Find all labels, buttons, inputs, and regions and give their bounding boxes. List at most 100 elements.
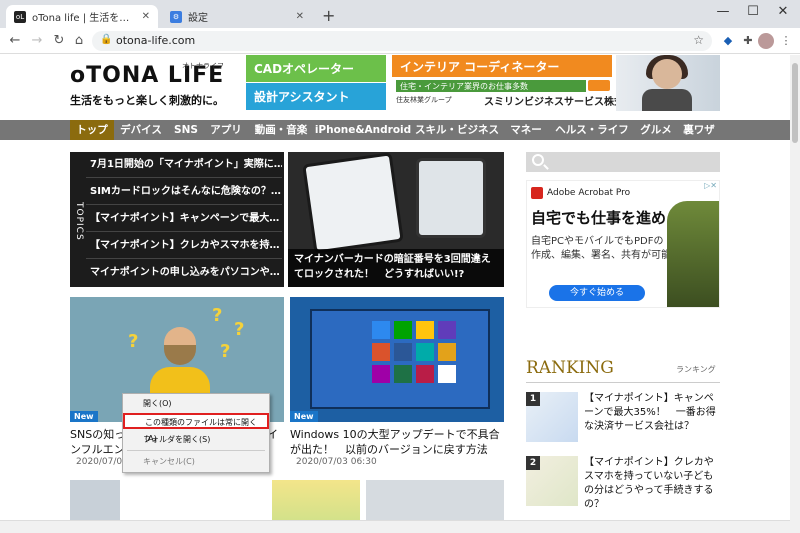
nav-item-gourmet[interactable]: グルメ — [636, 120, 676, 140]
banner-group: 住友林業グループ — [396, 96, 452, 104]
rank-number: 1 — [526, 392, 540, 406]
ranking-text: 【マイナポイント】キャンペーンで最大35%！ 一番お得な決済サービス会社は？ — [584, 393, 716, 432]
global-nav: トップ デバイス SNS アプリ 動画・音楽 iPhone&Android スキ… — [0, 120, 790, 140]
download-bar — [0, 520, 790, 533]
tab-title: 設定 — [188, 13, 208, 24]
menu-item-show-in-folder[interactable]: フォルダを開く(S) — [123, 432, 269, 448]
rank-number: 2 — [526, 456, 540, 470]
vertical-scrollbar[interactable] — [790, 55, 800, 533]
tile — [438, 321, 456, 339]
topic-item[interactable]: SIMカードロックはそんなに危険なの？… — [86, 179, 282, 205]
menu-item-always-open[interactable]: この種類のファイルは常に開く(A) — [123, 413, 269, 443]
banner-photo — [616, 55, 720, 111]
banner-interior: インテリア コーディネーター — [392, 55, 612, 77]
nav-item-top[interactable]: トップ — [70, 120, 114, 140]
new-tab-button[interactable]: + — [322, 6, 335, 25]
maximize-button[interactable]: ☐ — [738, 4, 768, 19]
hero-article[interactable]: マイナンバーカードの暗証番号を3回間違えてロックされた！ どうすればいい!? — [288, 152, 504, 287]
nav-item-sns[interactable]: SNS — [168, 120, 204, 140]
context-menu: 開く(O) この種類のファイルは常に開く(A) フォルダを開く(S) キャンセル… — [122, 393, 270, 473]
article-date: 2020/07/0 — [76, 457, 123, 467]
adobe-ad[interactable]: Adobe Acrobat Pro 自宅でも仕事を進める 自宅PCやモバイルでも… — [526, 180, 720, 308]
tab-title: oTona life | 生活をもっと楽しく刺激的に。 — [32, 13, 138, 24]
banner-assistant: 設計アシスタント — [246, 83, 386, 110]
tile — [394, 343, 412, 361]
nav-item-money[interactable]: マネー — [504, 120, 548, 140]
puzzle-icon[interactable]: ✚ — [740, 33, 756, 49]
tile — [416, 343, 434, 361]
topics-box: TOPICS 7月1日開始の「マイナポイント」実際に… SIMカードロックはそん… — [70, 152, 284, 287]
ranking-item[interactable]: 2 【マイナポイント】クレカやスマホを持っていない子どもの分はどうやって手続きす… — [526, 456, 720, 510]
tile — [372, 321, 390, 339]
home-icon[interactable]: ⌂ — [70, 32, 88, 50]
ranking-section: RANKING ランキング 1 【マイナポイント】キャンペーンで最大35%！ 一… — [526, 358, 720, 510]
windows-start-screen-image — [310, 309, 490, 409]
logo-kana: オトナライフ — [182, 62, 224, 70]
nav-item-skills-business[interactable]: スキル・ビジネス — [414, 120, 500, 140]
tile — [438, 343, 456, 361]
topic-item[interactable]: 【マイナポイント】クレカやスマホを持… — [86, 233, 282, 259]
banner-arrow-icon — [588, 80, 610, 91]
nav-item-apps[interactable]: アプリ — [206, 120, 246, 140]
article-card[interactable]: New — [290, 297, 504, 422]
close-icon[interactable]: ✕ — [296, 11, 304, 22]
search-icon — [532, 154, 544, 166]
ad-brand-text: Adobe Acrobat Pro — [547, 188, 631, 198]
tab-otona-life[interactable]: oL oTona life | 生活をもっと楽しく刺激的に。 ✕ — [6, 5, 158, 28]
topic-item[interactable]: 【マイナポイント】キャンペーンで最大… — [86, 206, 282, 232]
nav-item-devices[interactable]: デバイス — [116, 120, 166, 140]
nav-item-video-music[interactable]: 動画・音楽 — [250, 120, 312, 140]
site-logo[interactable]: oTONA LIFE オトナライフ 生活をもっと楽しく刺激的に。 — [70, 62, 240, 113]
tile — [372, 365, 390, 383]
tab-strip: oL oTona life | 生活をもっと楽しく刺激的に。 ✕ ⚙ 設定 ✕ … — [0, 0, 800, 28]
search-box[interactable] — [526, 152, 720, 172]
header-banner-ad[interactable]: CADオペレーター 設計アシスタント インテリア コーディネーター 住宅・インテ… — [246, 55, 720, 111]
close-window-button[interactable]: ✕ — [768, 4, 798, 19]
ranking-item[interactable]: 1 【マイナポイント】キャンペーンで最大35%！ 一番お得な決済サービス会社は？ — [526, 392, 720, 446]
ad-plant-image — [667, 201, 719, 307]
ranking-text: 【マイナポイント】クレカやスマホを持っていない子どもの分はどうやって手続きするの… — [584, 457, 714, 510]
hero-caption: マイナンバーカードの暗証番号を3回間違えてロックされた！ どうすればいい!? — [288, 249, 504, 287]
divider — [526, 382, 720, 383]
question-mark-icon: ? — [234, 319, 245, 340]
nav-item-iphone-android[interactable]: iPhone&Android — [314, 120, 412, 140]
scrollbar-thumb[interactable] — [792, 63, 798, 143]
back-arrow-icon[interactable]: ← — [6, 32, 24, 50]
minimize-button[interactable]: — — [708, 4, 738, 19]
ad-brand: Adobe Acrobat Pro — [531, 187, 630, 199]
tab-settings[interactable]: ⚙ 設定 ✕ — [162, 5, 312, 28]
menu-dots-icon[interactable]: ⋮ — [778, 33, 794, 49]
avatar[interactable] — [758, 33, 774, 49]
nav-item-tricks[interactable]: 裏ワザ — [678, 120, 720, 140]
menu-item-cancel[interactable]: キャンセル(C) — [123, 454, 269, 470]
adobe-logo-icon — [531, 187, 543, 199]
man-beard — [164, 345, 196, 365]
topic-item[interactable]: マイナポイントの申し込みをパソコンや… — [86, 260, 282, 286]
tile — [372, 343, 390, 361]
menu-item-open[interactable]: 開く(O) — [123, 396, 269, 412]
photo-body — [642, 89, 692, 111]
screen: oL oTona life | 生活をもっと楽しく刺激的に。 ✕ ⚙ 設定 ✕ … — [0, 0, 800, 533]
close-icon[interactable]: ✕ — [142, 11, 150, 22]
ad-choices-icon[interactable]: ▷✕ — [704, 181, 717, 190]
ranking-subtitle: ランキング — [676, 365, 716, 374]
reload-icon[interactable]: ↻ — [50, 32, 68, 50]
ad-cta-button[interactable]: 今すぐ始める — [549, 285, 645, 301]
ad-headline: 自宅でも仕事を進める — [531, 209, 682, 227]
topic-item[interactable]: 7月1日開始の「マイナポイント」実際に… — [86, 152, 282, 178]
tile — [438, 365, 456, 383]
tile — [416, 365, 434, 383]
article-date: 2020/07/03 06:30 — [296, 457, 377, 467]
bookmark-star-icon[interactable]: ☆ — [693, 33, 704, 47]
extension-shield-icon[interactable]: ◆ — [720, 33, 736, 49]
address-bar[interactable]: 🔒 otona-life.com ☆ — [92, 31, 712, 51]
tile — [394, 321, 412, 339]
nav-item-health-life[interactable]: ヘルス・ライフ — [550, 120, 634, 140]
hero-phone-image — [416, 158, 486, 238]
article-title[interactable]: Windows 10の大型アップデートで不具合が出た！ 以前のバージョンに戻す方… — [290, 427, 508, 457]
tile — [416, 321, 434, 339]
menu-separator — [127, 450, 265, 451]
gear-icon: ⚙ — [170, 10, 182, 23]
forward-arrow-icon[interactable]: → — [28, 32, 46, 50]
hero-phone-image — [302, 152, 404, 254]
